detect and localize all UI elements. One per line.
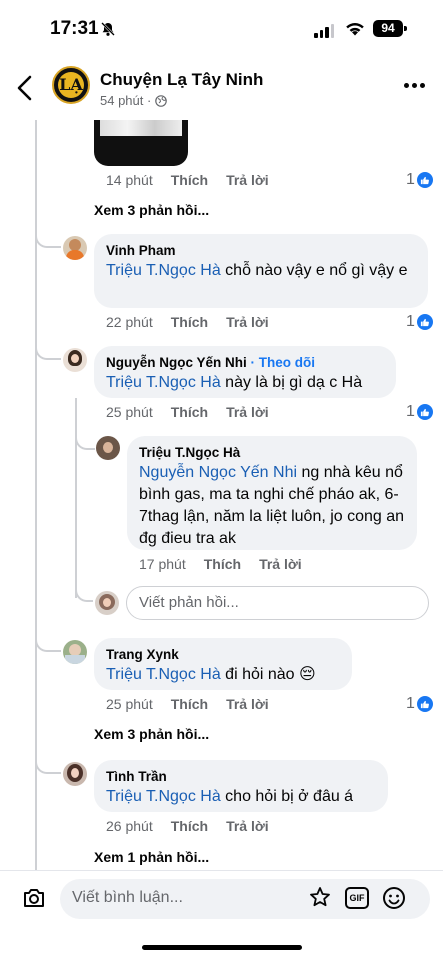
comment-time: 25 phút bbox=[106, 696, 153, 712]
comment-text: Triệu T.Ngọc Hà chỗ nào vậy e nổ gì vậy … bbox=[106, 260, 416, 282]
reaction-number: 1 bbox=[406, 313, 415, 330]
composer-divider bbox=[0, 870, 443, 871]
avatar[interactable] bbox=[63, 236, 87, 260]
comment-bubble: Trang Xynk Triệu T.Ngọc Hà đi hỏi nào 😔 bbox=[94, 638, 352, 690]
like-button[interactable]: Thích bbox=[171, 818, 208, 834]
thread-connector bbox=[35, 334, 61, 360]
mention-link[interactable]: Triệu T.Ngọc Hà bbox=[106, 788, 221, 805]
camera-icon[interactable] bbox=[22, 887, 46, 909]
like-icon bbox=[416, 696, 433, 712]
comment-time: 14 phút bbox=[106, 172, 153, 188]
reply-input[interactable]: Viết phản hồi... bbox=[126, 586, 429, 620]
comment-text: Triệu T.Ngọc Hà cho hỏi bị ở đâu á bbox=[106, 786, 376, 808]
reply-button[interactable]: Trả lời bbox=[226, 696, 269, 712]
like-button[interactable]: Thích bbox=[171, 314, 208, 330]
view-replies-link[interactable]: Xem 3 phản hồi... bbox=[94, 726, 209, 742]
avatar[interactable] bbox=[63, 348, 87, 372]
comment-text: Triệu T.Ngọc Hà đi hỏi nào 😔 bbox=[106, 664, 340, 686]
like-button[interactable]: Thích bbox=[171, 172, 208, 188]
battery-indicator: 94 bbox=[373, 20, 407, 37]
thread-connector bbox=[35, 748, 61, 774]
comment-actions: 26 phút Thích Trả lời bbox=[106, 818, 269, 834]
avatar[interactable] bbox=[63, 640, 87, 664]
status-time: 17:31 bbox=[50, 18, 99, 39]
comment-author[interactable]: Trang Xynk bbox=[106, 646, 340, 664]
reaction-number: 1 bbox=[406, 695, 415, 712]
comment-bubble: Vinh Pham Triệu T.Ngọc Hà chỗ nào vậy e … bbox=[94, 234, 428, 308]
comment-body: chỗ nào vậy e nổ gì vậy e bbox=[220, 262, 408, 279]
logo-text: LẠ bbox=[58, 72, 84, 98]
view-replies-link[interactable]: Xem 1 phản hồi... bbox=[94, 849, 209, 865]
comment-actions: 14 phút Thích Trả lời bbox=[106, 172, 269, 188]
follow-link[interactable]: · Theo dõi bbox=[251, 355, 316, 370]
signal-icon bbox=[314, 24, 334, 38]
like-icon bbox=[416, 172, 433, 188]
sticker-icon[interactable] bbox=[308, 886, 332, 910]
comment-actions: 22 phút Thích Trả lời bbox=[106, 314, 269, 330]
comment-input[interactable]: Viết bình luận... bbox=[72, 889, 183, 907]
home-indicator bbox=[142, 945, 302, 950]
mention-link[interactable]: Triệu T.Ngọc Hà bbox=[106, 374, 221, 391]
like-icon bbox=[416, 404, 433, 420]
gif-icon[interactable]: GIF bbox=[345, 887, 369, 909]
reaction-number: 1 bbox=[406, 171, 415, 188]
mention-link[interactable]: Triệu T.Ngọc Hà bbox=[106, 262, 221, 279]
comment-author[interactable]: Tình Trần bbox=[106, 768, 376, 786]
reply-button[interactable]: Trả lời bbox=[226, 404, 269, 420]
comment-time: 22 phút bbox=[106, 314, 153, 330]
comment-time: 25 phút bbox=[106, 404, 153, 420]
reply-bubble: Triệu T.Ngọc Hà Nguyễn Ngọc Yến Nhi ng n… bbox=[127, 436, 417, 550]
avatar[interactable] bbox=[96, 436, 120, 460]
comment-bubble: Tình Trần Triệu T.Ngọc Hà cho hỏi bị ở đ… bbox=[94, 760, 388, 812]
comment-author-row: Nguyễn Ngọc Yến Nhi · Theo dõi bbox=[106, 354, 384, 372]
post-meta: 54 phút · bbox=[100, 93, 168, 108]
reply-button[interactable]: Trả lời bbox=[226, 818, 269, 834]
like-button[interactable]: Thích bbox=[204, 556, 241, 572]
comment-text: Triệu T.Ngọc Hà này là bị gì dạ c Hà bbox=[106, 372, 384, 394]
like-button[interactable]: Thích bbox=[171, 696, 208, 712]
page-name[interactable]: Chuyện Lạ Tây Ninh bbox=[100, 70, 263, 90]
post-time: 54 phút · bbox=[100, 93, 152, 108]
comment-body: đi hỏi nào 😔 bbox=[220, 666, 316, 683]
thread-connector bbox=[35, 626, 61, 652]
reply-button[interactable]: Trả lời bbox=[226, 314, 269, 330]
comment-author[interactable]: Triệu T.Ngọc Hà bbox=[139, 444, 405, 462]
reaction-count[interactable]: 1 bbox=[406, 171, 433, 189]
reaction-count[interactable]: 1 bbox=[406, 695, 433, 713]
page-logo[interactable]: LẠ bbox=[52, 66, 90, 104]
comment-author[interactable]: Vinh Pham bbox=[106, 242, 416, 260]
reaction-number: 1 bbox=[406, 403, 415, 420]
wifi-icon bbox=[346, 23, 364, 36]
comment-time: 17 phút bbox=[139, 556, 186, 572]
thread-connector bbox=[75, 428, 95, 450]
comment-time: 26 phút bbox=[106, 818, 153, 834]
reply-button[interactable]: Trả lời bbox=[226, 172, 269, 188]
emoji-icon[interactable] bbox=[382, 886, 406, 910]
comment-actions: 25 phút Thích Trả lời bbox=[106, 404, 269, 420]
more-icon[interactable] bbox=[404, 83, 425, 88]
thread-connector bbox=[35, 222, 61, 248]
like-button[interactable]: Thích bbox=[171, 404, 208, 420]
reaction-count[interactable]: 1 bbox=[406, 313, 433, 331]
comment-bubble: Nguyễn Ngọc Yến Nhi · Theo dõi Triệu T.N… bbox=[94, 346, 396, 398]
view-replies-link[interactable]: Xem 3 phản hồi... bbox=[94, 202, 209, 218]
back-icon[interactable] bbox=[14, 74, 36, 102]
comment-author[interactable]: Nguyễn Ngọc Yến Nhi bbox=[106, 355, 247, 370]
comment-actions: 17 phút Thích Trả lời bbox=[139, 556, 302, 572]
like-icon bbox=[416, 314, 433, 330]
thread-connector bbox=[75, 582, 93, 602]
mention-link[interactable]: Nguyễn Ngọc Yến Nhi bbox=[139, 464, 297, 481]
my-avatar bbox=[95, 591, 119, 615]
globe-icon bbox=[155, 94, 168, 107]
mention-link[interactable]: Triệu T.Ngọc Hà bbox=[106, 666, 221, 683]
comment-text: Nguyễn Ngọc Yến Nhi ng nhà kêu nổ bình g… bbox=[139, 462, 405, 550]
comment-image-thumbnail[interactable] bbox=[94, 120, 188, 166]
reaction-count[interactable]: 1 bbox=[406, 403, 433, 421]
reply-button[interactable]: Trả lời bbox=[259, 556, 302, 572]
comment-body: cho hỏi bị ở đâu á bbox=[220, 788, 354, 805]
comment-body: này là bị gì dạ c Hà bbox=[220, 374, 363, 391]
comment-actions: 25 phút Thích Trả lời bbox=[106, 696, 269, 712]
bell-slash-icon bbox=[101, 22, 115, 36]
avatar[interactable] bbox=[63, 762, 87, 786]
